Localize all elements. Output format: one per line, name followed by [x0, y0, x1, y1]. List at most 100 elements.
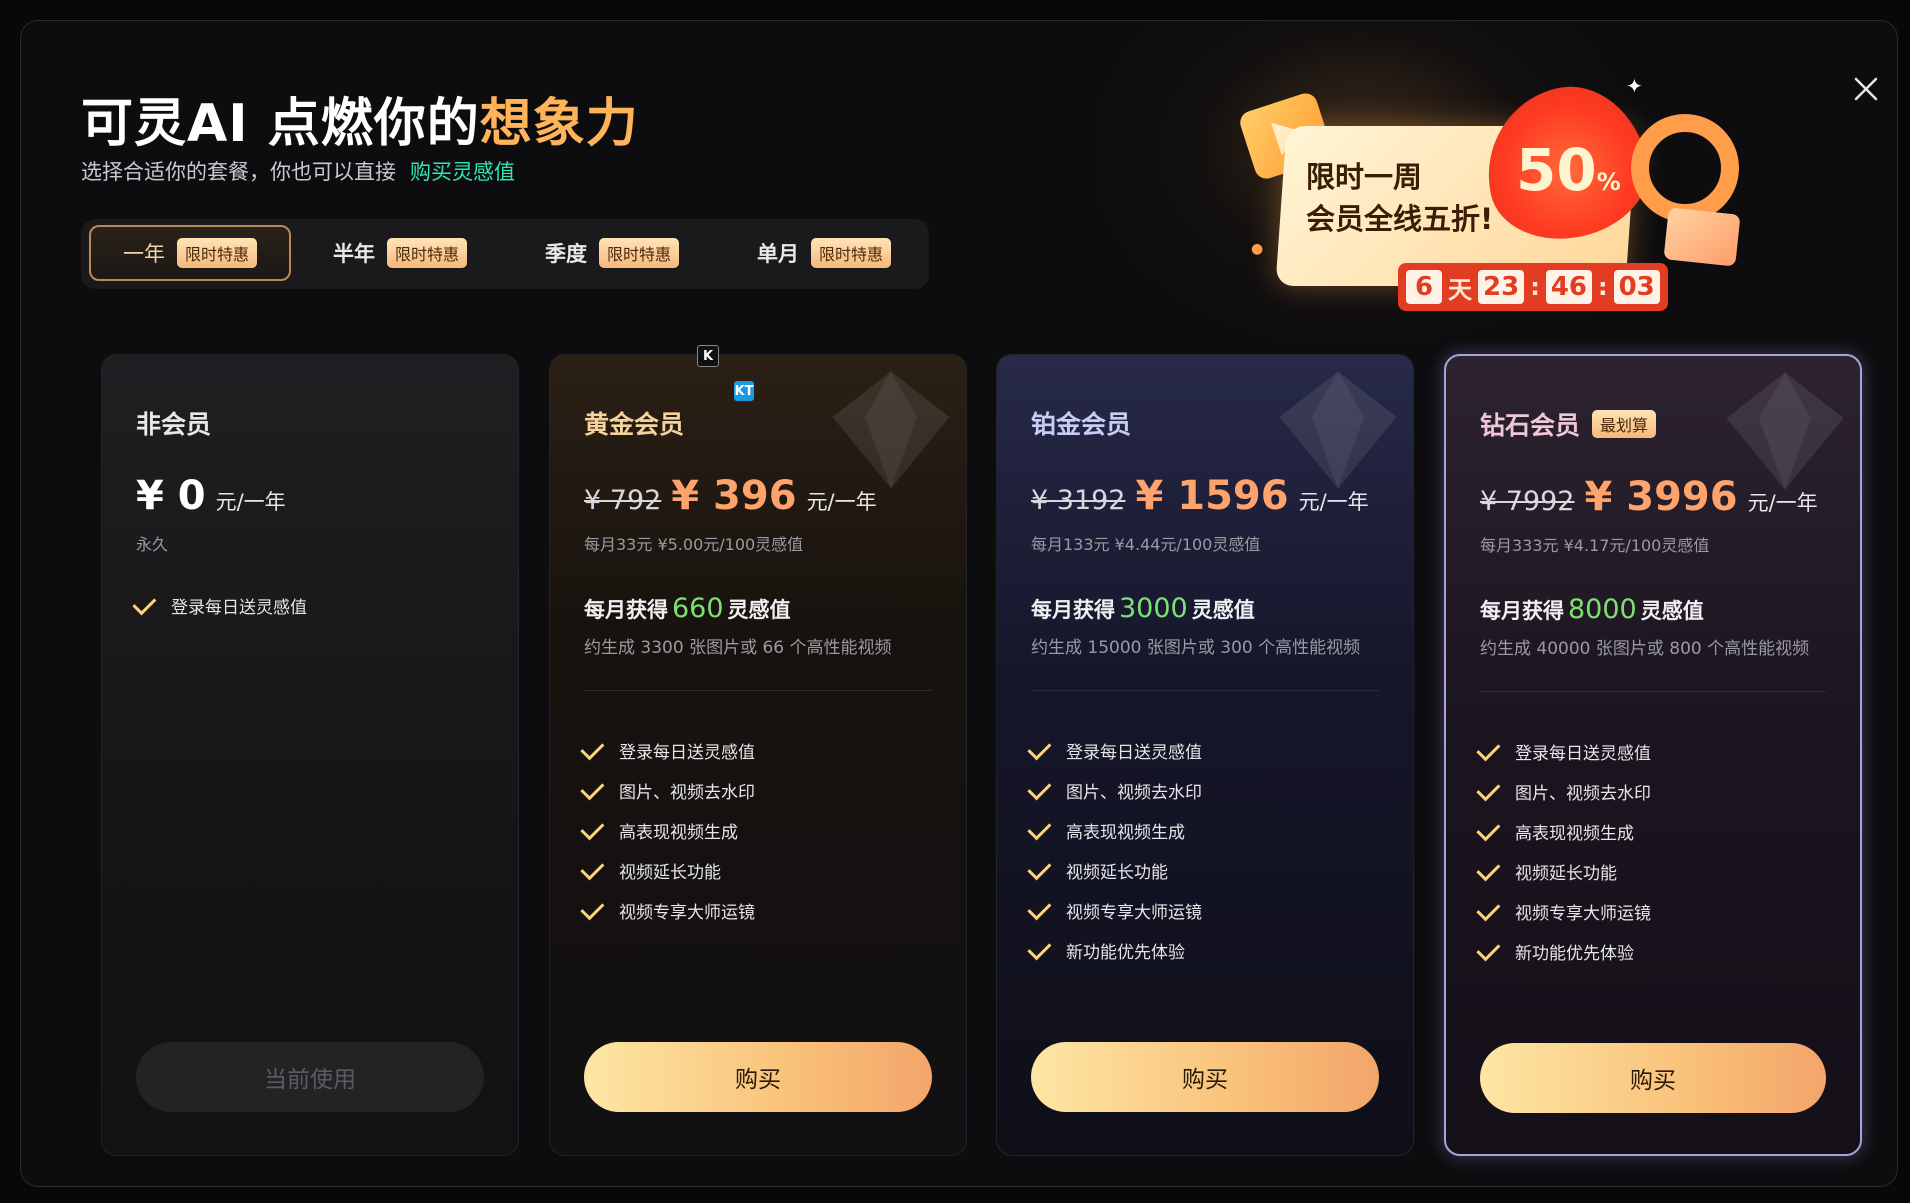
feature-text: 登录每日送灵感值 [619, 742, 755, 763]
title-main: 可灵AI 点燃你的 [81, 94, 480, 154]
kt-overlay-icon: KT [734, 381, 754, 401]
plan-name-text: 钻石会员 [1480, 411, 1581, 440]
feature-text: 视频专享大师运镜 [1066, 902, 1202, 923]
feature-text: 登录每日送灵感值 [171, 597, 307, 618]
check-icon [1476, 896, 1501, 921]
promo-discount-unit: % [1596, 168, 1621, 196]
feature-list: 登录每日送灵感值 图片、视频去水印 高表现视频生成 视频延长功能 视频专享大师运镜 新功能… [1476, 731, 1651, 971]
credits-amount: 660 [672, 593, 724, 624]
tab-label: 单月 [756, 242, 799, 266]
feature-text: 新功能优先体验 [1066, 942, 1185, 963]
tab-label: 季度 [544, 242, 587, 266]
credits-prefix: 每月获得 [584, 598, 668, 622]
feature-list: 登录每日送灵感值 [132, 585, 307, 625]
countdown-timer: 6 天 23 : 46 : 03 [1398, 263, 1668, 311]
check-icon [580, 855, 605, 880]
current-price: ¥ 3996 [1584, 474, 1738, 520]
check-icon [580, 775, 605, 800]
feature-text: 视频延长功能 [619, 862, 721, 883]
tab-quarter[interactable]: 季度 限时特惠 [511, 225, 713, 281]
plan-name: 铂金会员 [1031, 405, 1131, 441]
check-icon [1027, 855, 1052, 880]
price-note: 永久 [136, 535, 169, 554]
check-icon [1476, 816, 1501, 841]
countdown-minutes: 46 [1545, 270, 1592, 304]
credits-note: 约生成 15000 张图片或 300 个高性能视频 [1031, 638, 1361, 658]
credits-prefix: 每月获得 [1480, 599, 1564, 623]
page-title: 可灵AI 点燃你的想象力 [81, 81, 639, 156]
tab-label: 一年 [122, 242, 165, 266]
feature-item: 登录每日送灵感值 [132, 585, 307, 625]
promo-banner: 限时一周 会员全线五折! 50% 6 天 23 : 46 : 03 ✦ ● [1226, 66, 1746, 311]
billing-period-tabs: 一年 限时特惠 半年 限时特惠 季度 限时特惠 单月 限时特惠 [81, 219, 929, 289]
feature-text: 登录每日送灵感值 [1515, 743, 1651, 764]
feature-text: 视频延长功能 [1066, 862, 1168, 883]
countdown-colon: : [1530, 273, 1540, 301]
divider [1031, 690, 1379, 691]
original-price: ¥ 3192 [1031, 485, 1126, 516]
price-note: 每月333元 ¥4.17元/100灵感值 [1480, 536, 1710, 555]
check-icon [580, 895, 605, 920]
divider [584, 690, 932, 691]
plan-card-gold: 黄金会员 ¥ 792 ¥ 396 元/一年 每月33元 ¥5.00元/100灵感值 每月获… [549, 354, 967, 1156]
price-row: ¥ 792 ¥ 396 元/一年 [584, 473, 877, 519]
close-icon[interactable] [1846, 69, 1886, 109]
current-price: ¥ 0 [136, 473, 206, 519]
credits-suffix: 灵感值 [1640, 599, 1704, 623]
feature-item: 视频延长功能 [580, 850, 755, 890]
promo-discount-value: 50 [1516, 136, 1597, 204]
credits-amount: 8000 [1568, 594, 1637, 625]
ring-icon [1631, 114, 1739, 222]
feature-item: 视频延长功能 [1476, 851, 1651, 891]
feature-text: 登录每日送灵感值 [1066, 742, 1202, 763]
promo-line1: 限时一周 [1306, 160, 1423, 194]
membership-dialog: 可灵AI 点燃你的想象力 选择合适你的套餐，你也可以直接 购买灵感值 一年 限时特惠… [20, 20, 1898, 1187]
check-icon [580, 735, 605, 760]
plan-card-free: 非会员 ¥ 0 元/一年 永久 登录每日送灵感值 当前使用 [101, 354, 519, 1156]
monthly-credits: 每月获得 8000 灵感值 [1480, 594, 1704, 625]
original-price: ¥ 792 [584, 485, 662, 516]
tab-label: 半年 [332, 242, 375, 266]
tab-badge: 限时特惠 [810, 238, 891, 268]
buy-button[interactable]: 购买 [1031, 1042, 1379, 1112]
check-icon [1027, 775, 1052, 800]
feature-text: 新功能优先体验 [1515, 943, 1634, 964]
check-icon [1476, 856, 1501, 881]
tab-month[interactable]: 单月 限时特惠 [723, 225, 925, 281]
buy-credits-link[interactable]: 购买灵感值 [410, 160, 515, 184]
title-highlight: 想象力 [479, 94, 639, 154]
price-note: 每月133元 ¥4.44元/100灵感值 [1031, 535, 1261, 554]
feature-item: 高表现视频生成 [580, 810, 755, 850]
feature-text: 高表现视频生成 [1515, 823, 1634, 844]
tab-year[interactable]: 一年 限时特惠 [89, 225, 291, 281]
price-row: ¥ 7992 ¥ 3996 元/一年 [1480, 474, 1818, 520]
feature-text: 视频专享大师运镜 [619, 902, 755, 923]
feature-item: 视频专享大师运镜 [1027, 890, 1202, 930]
credits-amount: 3000 [1119, 593, 1188, 624]
buy-button[interactable]: 购买 [1480, 1043, 1826, 1113]
feature-text: 视频延长功能 [1515, 863, 1617, 884]
feature-item: 视频专享大师运镜 [1476, 891, 1651, 931]
page-subtitle: 选择合适你的套餐，你也可以直接 购买灵感值 [81, 156, 515, 186]
check-icon [132, 590, 157, 615]
feature-item: 登录每日送灵感值 [1027, 730, 1202, 770]
price-row: ¥ 0 元/一年 [136, 473, 286, 519]
buy-button[interactable]: 购买 [584, 1042, 932, 1112]
plan-name: 非会员 [136, 405, 211, 441]
check-icon [1476, 936, 1501, 961]
current-price: ¥ 396 [671, 473, 797, 519]
plan-card-platinum: 铂金会员 ¥ 3192 ¥ 1596 元/一年 每月133元 ¥4.44元/100灵感值… [996, 354, 1414, 1156]
feature-item: 登录每日送灵感值 [1476, 731, 1651, 771]
countdown-hours: 23 [1478, 270, 1525, 304]
countdown-days: 6 [1406, 270, 1442, 304]
check-icon [580, 815, 605, 840]
price-unit: 元/一年 [1298, 490, 1369, 514]
feature-item: 高表现视频生成 [1027, 810, 1202, 850]
feature-item: 图片、视频去水印 [1027, 770, 1202, 810]
best-value-badge: 最划算 [1592, 410, 1657, 438]
credits-note: 约生成 3300 张图片或 66 个高性能视频 [584, 638, 892, 658]
tab-half-year[interactable]: 半年 限时特惠 [299, 225, 501, 281]
monthly-credits: 每月获得 660 灵感值 [584, 593, 791, 624]
plan-name: 黄金会员 [584, 405, 684, 441]
check-icon [1476, 736, 1501, 761]
